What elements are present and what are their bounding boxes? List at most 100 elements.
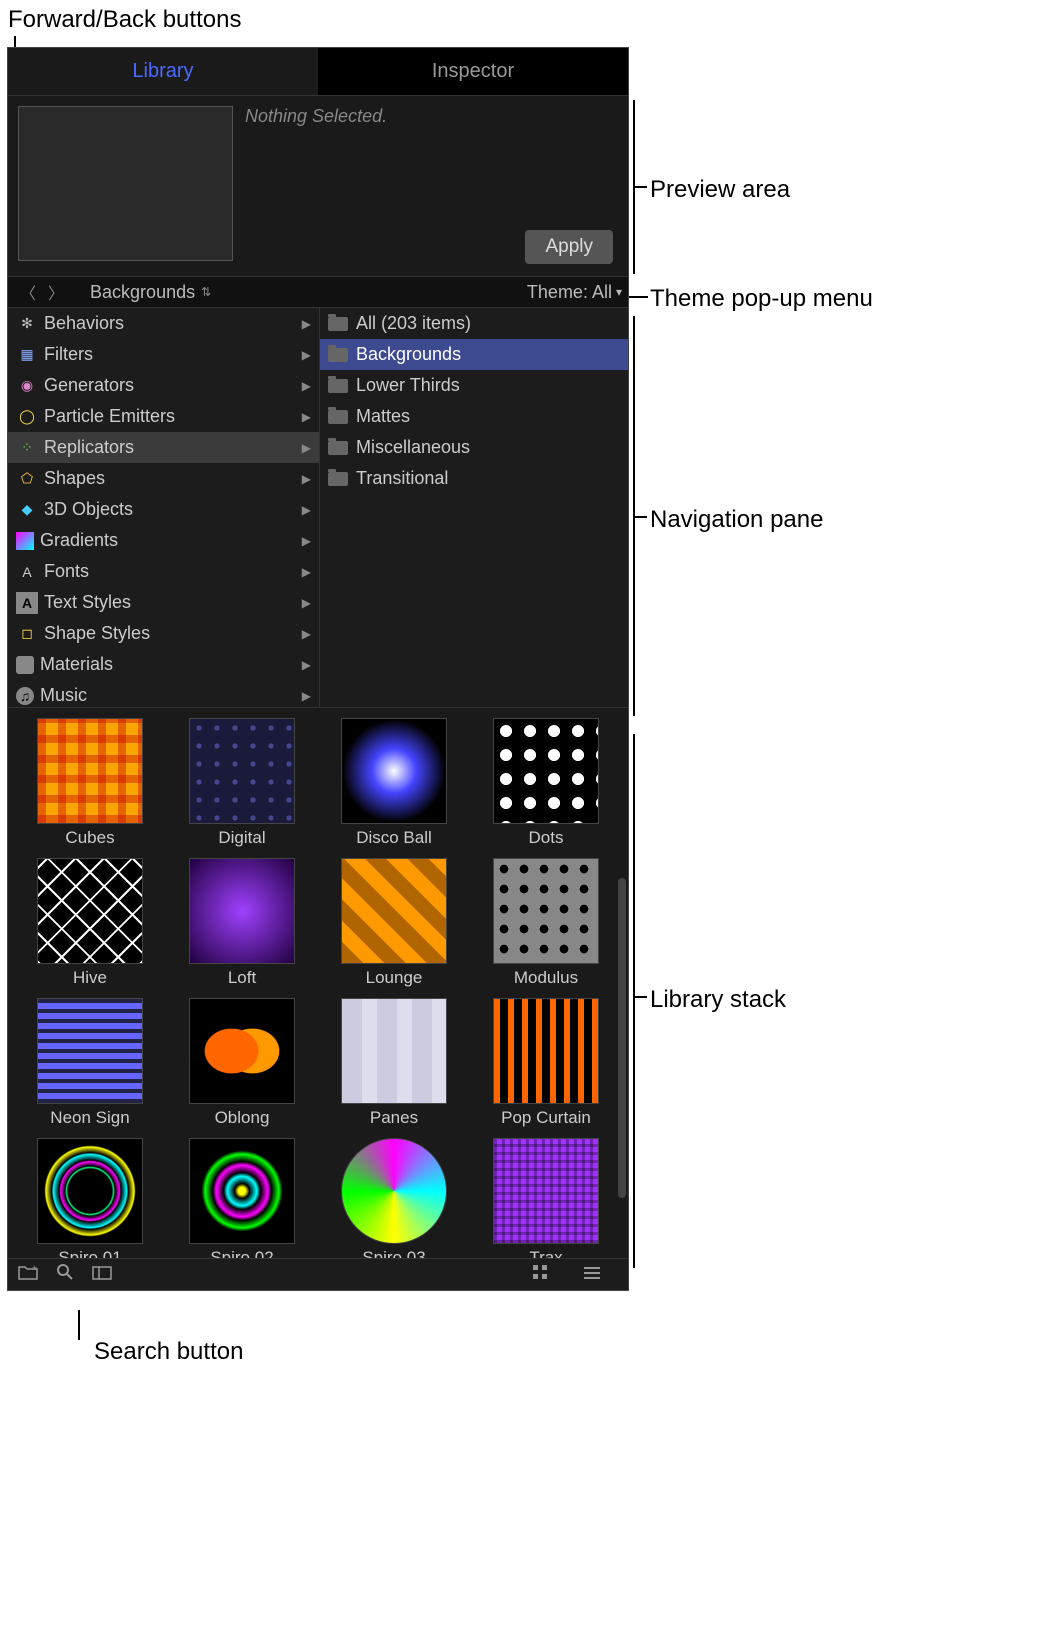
path-bar: 〈 〉 Backgrounds ⇅ Theme: All ▾: [8, 276, 628, 308]
chevron-right-icon: ▶: [302, 317, 311, 331]
stack-thumbnail: [189, 998, 295, 1104]
stack-item[interactable]: Neon Sign: [26, 998, 154, 1128]
category-label: Generators: [44, 375, 134, 396]
chevron-right-icon: ▶: [302, 534, 311, 548]
folder-icon: [328, 441, 348, 455]
preview-thumbnail: [18, 106, 233, 261]
search-button[interactable]: [56, 1263, 74, 1286]
category-item[interactable]: ⁘Replicators▶: [8, 432, 319, 463]
library-panel: Library Inspector Nothing Selected. Appl…: [7, 47, 629, 1291]
folder-icon: [328, 317, 348, 331]
folder-icon: [328, 410, 348, 424]
stack-item[interactable]: Spiro 02: [178, 1138, 306, 1258]
stack-item[interactable]: Cubes: [26, 718, 154, 848]
subfolder-item[interactable]: Backgrounds: [320, 339, 628, 370]
3d-icon: ◆: [16, 499, 38, 521]
stack-thumbnail: [37, 858, 143, 964]
stack-item[interactable]: Modulus: [482, 858, 610, 988]
stack-item[interactable]: Trax: [482, 1138, 610, 1258]
subfolder-label: Mattes: [356, 406, 410, 427]
category-item[interactable]: Gradients ▶: [8, 525, 319, 556]
callout-nav: Navigation pane: [650, 506, 823, 534]
callout-fwdback: Forward/Back buttons: [8, 6, 241, 34]
stack-item[interactable]: Panes: [330, 998, 458, 1128]
chevron-down-icon: ▾: [616, 285, 622, 299]
part-icon: ◯: [16, 406, 38, 428]
ss-icon: ◻: [16, 623, 38, 645]
stack-item[interactable]: Spiro 03: [330, 1138, 458, 1258]
stack-thumbnail: [493, 718, 599, 824]
category-item[interactable]: ⬠Shapes▶: [8, 463, 319, 494]
preview-area: Nothing Selected. Apply: [8, 96, 628, 276]
category-item[interactable]: Materials▶: [8, 649, 319, 680]
category-label: Materials: [40, 654, 113, 675]
category-item[interactable]: ◻Shape Styles▶: [8, 618, 319, 649]
folder-icon: [328, 472, 348, 486]
stack-item[interactable]: Lounge: [330, 858, 458, 988]
stack-item[interactable]: Pop Curtain: [482, 998, 610, 1128]
mat-icon: [16, 656, 34, 674]
stack-item[interactable]: Digital: [178, 718, 306, 848]
stack-label: Digital: [178, 828, 306, 848]
stack-item[interactable]: Spiro 01: [26, 1138, 154, 1258]
scrollbar[interactable]: [618, 878, 626, 1198]
apply-button[interactable]: Apply: [525, 230, 613, 264]
subfolder-item[interactable]: Transitional: [320, 463, 628, 494]
subfolder-label: All (203 items): [356, 313, 471, 334]
stack-thumbnail: [493, 858, 599, 964]
forward-button[interactable]: 〉: [42, 280, 70, 304]
stack-item[interactable]: Disco Ball: [330, 718, 458, 848]
category-item[interactable]: ◯ Particle Emitters ▶: [8, 401, 319, 432]
stack-label: Dots: [482, 828, 610, 848]
shape-icon: ⬠: [16, 468, 38, 490]
subfolder-item[interactable]: Mattes: [320, 401, 628, 432]
path-sort-icon[interactable]: ⇅: [201, 285, 211, 299]
stack-label: Pop Curtain: [482, 1108, 610, 1128]
callout-theme: Theme pop-up menu: [650, 285, 873, 313]
category-item[interactable]: ♫Music▶: [8, 680, 319, 707]
category-item[interactable]: ◉Generators▶: [8, 370, 319, 401]
path-current[interactable]: Backgrounds: [90, 282, 195, 303]
stack-item[interactable]: Hive: [26, 858, 154, 988]
category-label: Music: [40, 685, 87, 706]
stack-item[interactable]: Oblong: [178, 998, 306, 1128]
category-item[interactable]: AFonts▶: [8, 556, 319, 587]
subfolder-item[interactable]: Lower Thirds: [320, 370, 628, 401]
subfolder-item[interactable]: All (203 items): [320, 308, 628, 339]
callout-line: [633, 996, 647, 998]
stack-label: Loft: [178, 968, 306, 988]
category-label: Shapes: [44, 468, 105, 489]
stack-label: Cubes: [26, 828, 154, 848]
svg-text:+: +: [32, 1264, 37, 1273]
panel-tabs: Library Inspector: [8, 48, 628, 96]
list-view-button[interactable]: [584, 1264, 600, 1285]
category-item[interactable]: ◆3D Objects▶: [8, 494, 319, 525]
callout-search: Search button: [94, 1338, 243, 1366]
new-folder-button[interactable]: +: [18, 1264, 38, 1285]
chevron-right-icon: ▶: [302, 410, 311, 424]
stack-label: Spiro 02: [178, 1248, 306, 1258]
category-item[interactable]: ▦Filters▶: [8, 339, 319, 370]
stack-label: Hive: [26, 968, 154, 988]
stack-thumbnail: [341, 718, 447, 824]
tab-inspector[interactable]: Inspector: [318, 48, 628, 95]
chevron-right-icon: ▶: [302, 689, 311, 703]
icon-view-button[interactable]: [532, 1264, 548, 1285]
sidebar-toggle-button[interactable]: [92, 1264, 112, 1285]
category-label: Particle Emitters: [44, 406, 175, 427]
category-item[interactable]: ✻Behaviors▶: [8, 308, 319, 339]
stack-item[interactable]: Dots: [482, 718, 610, 848]
category-label: Gradients: [40, 530, 118, 551]
subfolder-item[interactable]: Miscellaneous: [320, 432, 628, 463]
stack-label: Spiro 01: [26, 1248, 154, 1258]
tab-library[interactable]: Library: [8, 48, 318, 95]
ts-icon: A: [16, 592, 38, 614]
chevron-right-icon: ▶: [302, 348, 311, 362]
theme-popup[interactable]: Theme: All ▾: [527, 282, 622, 303]
category-item[interactable]: AText Styles▶: [8, 587, 319, 618]
stack-item[interactable]: Loft: [178, 858, 306, 988]
category-label: Text Styles: [44, 592, 131, 613]
stack-thumbnail: [37, 718, 143, 824]
callout-line: [78, 1310, 80, 1340]
back-button[interactable]: 〈: [14, 280, 42, 304]
